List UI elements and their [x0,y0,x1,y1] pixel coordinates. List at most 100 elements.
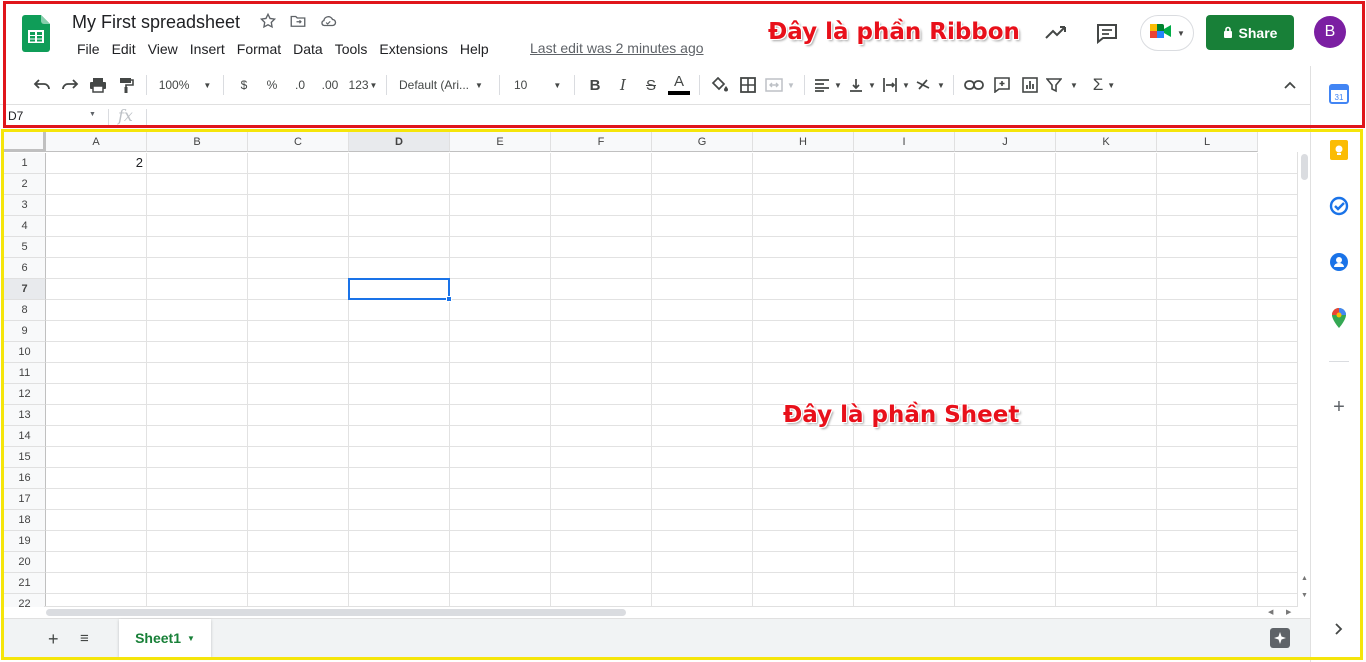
more-formats-select[interactable]: 123 ▼ [346,72,380,98]
row-header-10[interactable]: 10 [4,342,46,363]
column-header-I[interactable]: I [854,132,955,152]
vertical-align-icon[interactable]: ▼ [845,72,879,98]
vertical-scroll-thumb[interactable] [1301,154,1308,180]
calendar-icon[interactable]: 31 [1329,84,1349,104]
row-header-1[interactable]: 1 [4,153,46,174]
row-header-13[interactable]: 13 [4,405,46,426]
menu-tools[interactable]: Tools [329,40,374,58]
all-sheets-icon[interactable]: ≡ [80,630,89,647]
text-rotation-icon[interactable]: ▼ [913,72,947,98]
menu-data[interactable]: Data [287,40,329,58]
keep-icon[interactable] [1329,140,1349,160]
tasks-icon[interactable] [1329,196,1349,216]
expand-icon[interactable] [1329,619,1349,639]
paint-format-icon[interactable] [112,72,140,98]
scroll-up-icon[interactable]: ▲ [1301,575,1308,582]
percent-button[interactable]: % [258,72,286,98]
selected-cell[interactable] [348,278,450,300]
row-header-6[interactable]: 6 [4,258,46,279]
move-folder-icon[interactable] [289,12,307,30]
cell-A1[interactable]: 2 [46,153,147,174]
redo-icon[interactable] [56,72,84,98]
row-header-9[interactable]: 9 [4,321,46,342]
insert-link-icon[interactable] [960,72,988,98]
row-header-14[interactable]: 14 [4,426,46,447]
name-box[interactable]: D7 ▼ [8,109,100,125]
trending-icon[interactable] [1044,22,1068,47]
maps-icon[interactable] [1329,308,1349,328]
add-sheet-icon[interactable]: + [48,629,59,650]
column-header-L[interactable]: L [1157,132,1258,152]
share-button[interactable]: Share [1206,15,1294,50]
filter-icon[interactable]: ▼ [1044,72,1080,98]
column-header-F[interactable]: F [551,132,652,152]
menu-insert[interactable]: Insert [184,40,231,58]
row-header-19[interactable]: 19 [4,531,46,552]
scroll-right-icon[interactable]: ▶ [1286,608,1291,616]
text-color-button[interactable]: A [665,72,693,98]
row-header-8[interactable]: 8 [4,300,46,321]
column-header-K[interactable]: K [1056,132,1157,152]
vertical-scrollbar[interactable]: ▲ ▼ [1297,152,1310,606]
fill-handle[interactable] [446,296,452,302]
sheets-logo-icon[interactable] [22,15,50,52]
scroll-down-icon[interactable]: ▼ [1301,592,1308,599]
row-header-7[interactable]: 7 [4,279,46,300]
scroll-left-icon[interactable]: ◀ [1268,608,1273,616]
chevron-down-icon[interactable]: ▼ [187,634,195,643]
collapse-toolbar-icon[interactable] [1276,72,1304,98]
currency-button[interactable]: $ [230,72,258,98]
row-header-12[interactable]: 12 [4,384,46,405]
print-icon[interactable] [84,72,112,98]
cloud-status-icon[interactable] [319,12,337,30]
horizontal-scroll-thumb[interactable] [46,609,626,616]
contacts-icon[interactable] [1329,252,1349,272]
text-wrap-icon[interactable]: ▼ [879,72,913,98]
borders-icon[interactable] [734,72,762,98]
select-all-corner[interactable] [4,132,46,152]
meet-button[interactable]: ▼ [1140,15,1194,51]
horizontal-align-icon[interactable]: ▼ [811,72,845,98]
row-header-3[interactable]: 3 [4,195,46,216]
formula-input[interactable] [152,107,1302,127]
font-size-select[interactable]: 10 ▼ [506,72,568,98]
star-icon[interactable] [259,12,277,30]
row-header-11[interactable]: 11 [4,363,46,384]
column-header-J[interactable]: J [955,132,1056,152]
column-header-B[interactable]: B [147,132,248,152]
row-header-20[interactable]: 20 [4,552,46,573]
row-header-2[interactable]: 2 [4,174,46,195]
column-header-A[interactable]: A [46,132,147,152]
column-header-G[interactable]: G [652,132,753,152]
column-header-E[interactable]: E [450,132,551,152]
functions-icon[interactable]: Σ ▼ [1086,72,1122,98]
row-header-16[interactable]: 16 [4,468,46,489]
row-header-17[interactable]: 17 [4,489,46,510]
zoom-select[interactable]: 100% ▼ [153,72,217,98]
row-header-15[interactable]: 15 [4,447,46,468]
increase-decimal-button[interactable]: .00 [314,72,346,98]
explore-icon[interactable] [1270,628,1290,648]
last-edit-link[interactable]: Last edit was 2 minutes ago [530,40,704,56]
row-header-4[interactable]: 4 [4,216,46,237]
strikethrough-button[interactable]: S [637,72,665,98]
menu-file[interactable]: File [71,40,106,58]
row-header-21[interactable]: 21 [4,573,46,594]
menu-view[interactable]: View [142,40,184,58]
horizontal-scrollbar[interactable]: ◀ ▶ [44,606,1298,618]
font-family-select[interactable]: Default (Ari... ▼ [393,72,493,98]
document-title[interactable]: My First spreadsheet [72,12,240,33]
italic-button[interactable]: I [609,72,637,98]
menu-extensions[interactable]: Extensions [373,40,453,58]
insert-comment-icon[interactable] [988,72,1016,98]
sheet-tab[interactable]: Sheet1 ▼ [119,619,211,657]
insert-chart-icon[interactable] [1016,72,1044,98]
bold-button[interactable]: B [581,72,609,98]
menu-help[interactable]: Help [454,40,495,58]
undo-icon[interactable] [28,72,56,98]
column-header-C[interactable]: C [248,132,349,152]
row-header-18[interactable]: 18 [4,510,46,531]
comment-icon[interactable] [1095,22,1119,49]
row-header-22[interactable]: 22 [4,594,46,607]
decrease-decimal-button[interactable]: .0 [286,72,314,98]
